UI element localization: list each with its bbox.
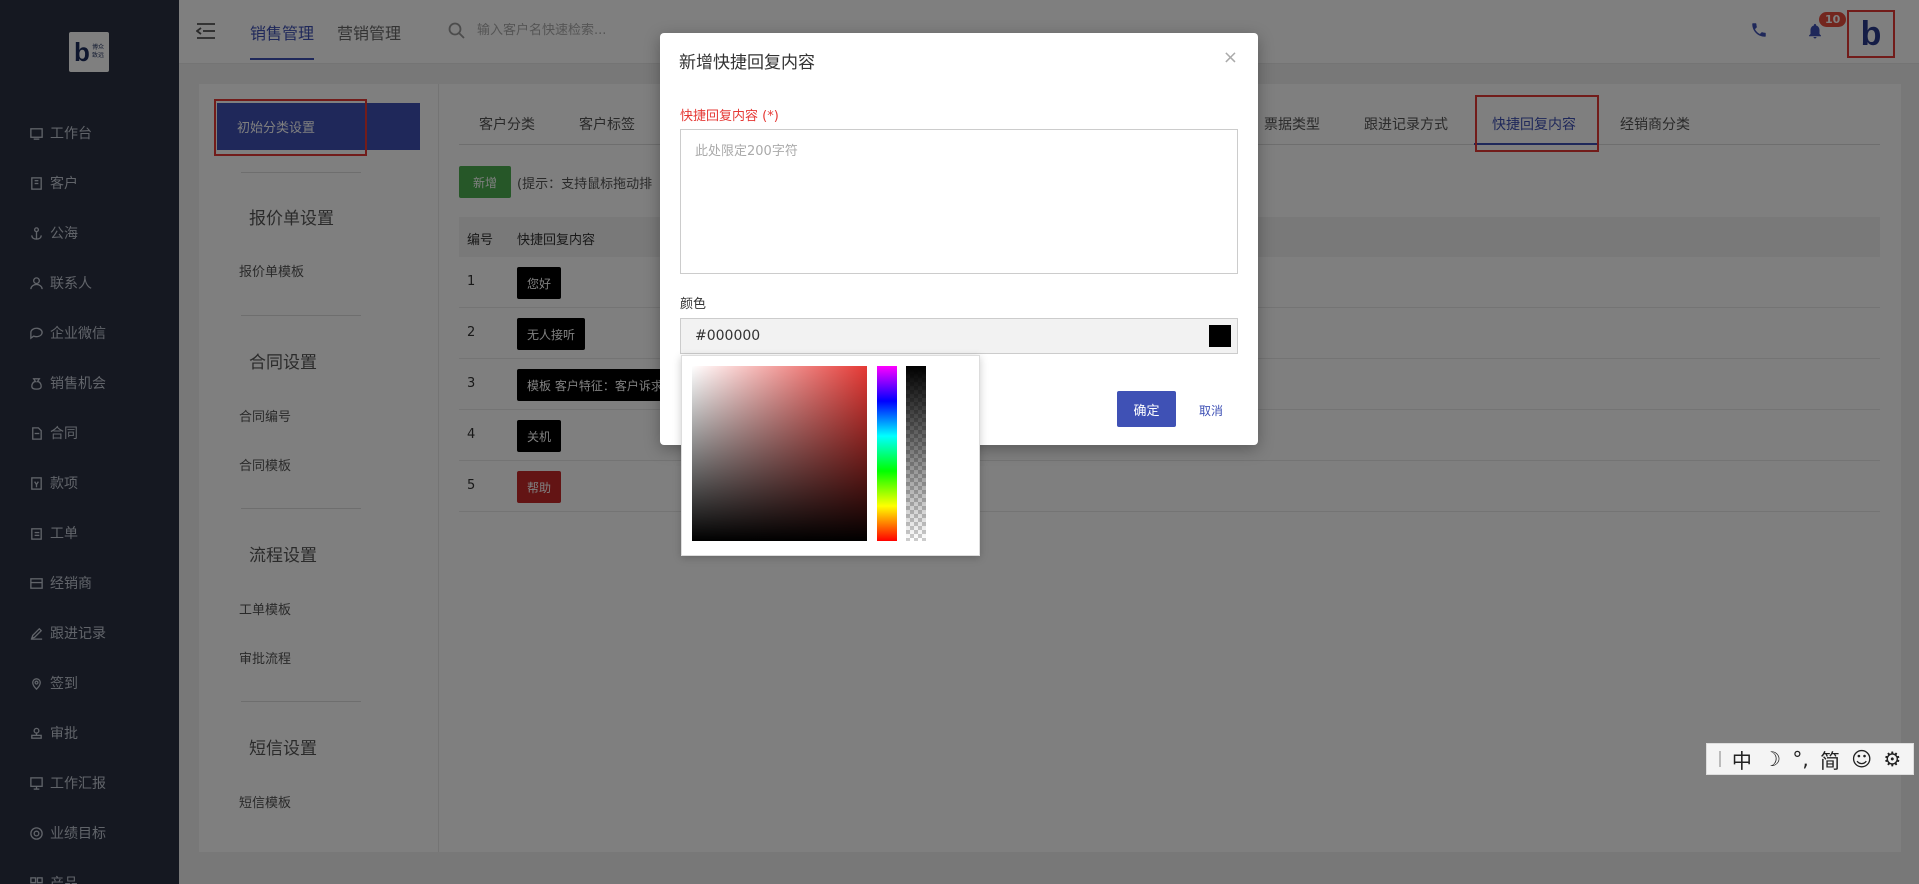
color-field-label: 颜色: [680, 297, 707, 312]
alpha-slider[interactable]: [906, 366, 926, 541]
gear-icon[interactable]: ⚙: [1883, 747, 1901, 771]
smile-icon[interactable]: ☺: [1851, 747, 1872, 771]
moon-icon[interactable]: ☽: [1763, 747, 1781, 771]
confirm-button[interactable]: 确定: [1117, 391, 1176, 427]
color-picker: [681, 355, 980, 556]
ime-toolbar: 中 ☽ °, 简 ☺ ⚙: [1706, 743, 1914, 775]
content-field-label: 快捷回复内容 (*): [680, 109, 779, 124]
color-input[interactable]: #000000: [680, 318, 1238, 354]
cancel-button[interactable]: 取消: [1199, 402, 1223, 419]
dialog-title: 新增快捷回复内容: [679, 53, 815, 73]
quick-reply-content-field[interactable]: [680, 129, 1238, 274]
color-swatch[interactable]: [1209, 325, 1231, 347]
ime-grip[interactable]: [1718, 751, 1721, 767]
close-icon[interactable]: ×: [1223, 47, 1238, 68]
punctuation-icon[interactable]: °,: [1792, 747, 1808, 771]
hue-slider[interactable]: [877, 366, 897, 541]
saturation-value-panel[interactable]: [692, 366, 867, 541]
ime-simplified[interactable]: 简: [1820, 745, 1840, 774]
ime-chinese-mode[interactable]: 中: [1732, 745, 1752, 774]
